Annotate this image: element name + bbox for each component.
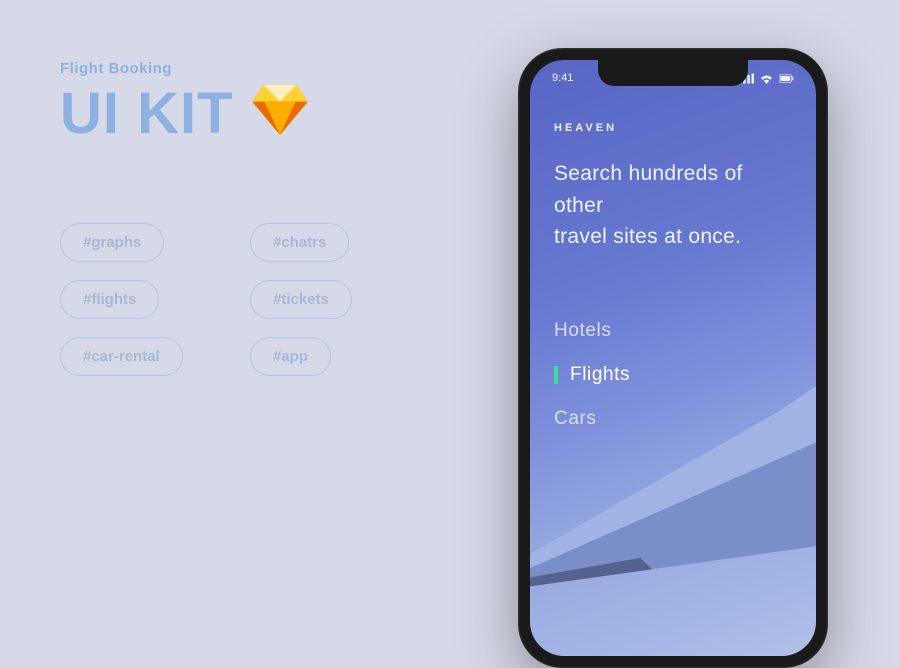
sketch-gem-icon bbox=[252, 85, 308, 135]
nav-item-cars[interactable]: Cars bbox=[554, 408, 630, 430]
wifi-icon bbox=[759, 73, 774, 84]
main-title: UI KIT bbox=[60, 85, 234, 143]
phone-screen: 9:41 HEAVEN Search hundreds of other tra… bbox=[530, 60, 816, 656]
nav-active-indicator bbox=[554, 366, 558, 384]
nav-item-flights[interactable]: Flights bbox=[554, 364, 630, 386]
tag-tickets[interactable]: #tickets bbox=[250, 280, 352, 319]
tag-app[interactable]: #app bbox=[250, 337, 331, 376]
tag-chatrs[interactable]: #chatrs bbox=[250, 223, 349, 262]
nav-label: Hotels bbox=[554, 320, 611, 342]
status-time: 9:41 bbox=[552, 72, 573, 84]
category-nav: Hotels Flights Cars bbox=[554, 320, 630, 430]
title-row: UI KIT bbox=[60, 85, 460, 143]
tag-flights[interactable]: #flights bbox=[60, 280, 159, 319]
screen-content: HEAVEN Search hundreds of other travel s… bbox=[554, 122, 792, 253]
app-brand: HEAVEN bbox=[554, 122, 792, 134]
tag-car-rental[interactable]: #car-rental bbox=[60, 337, 183, 376]
headline-line-1: Search hundreds of other bbox=[554, 162, 743, 217]
phone-notch bbox=[598, 60, 748, 86]
nav-label: Cars bbox=[554, 408, 597, 430]
tag-graphs[interactable]: #graphs bbox=[60, 223, 164, 262]
subtitle: Flight Booking bbox=[60, 60, 460, 77]
promo-left-panel: Flight Booking UI KIT #graphs #chatrs #f… bbox=[60, 60, 460, 376]
headline-line-2: travel sites at once. bbox=[554, 225, 741, 248]
battery-icon bbox=[779, 73, 794, 84]
app-headline: Search hundreds of other travel sites at… bbox=[554, 158, 792, 253]
nav-item-hotels[interactable]: Hotels bbox=[554, 320, 630, 342]
phone-mockup: 9:41 HEAVEN Search hundreds of other tra… bbox=[518, 48, 828, 668]
nav-label: Flights bbox=[570, 364, 630, 386]
tag-grid: #graphs #chatrs #flights #tickets #car-r… bbox=[60, 223, 460, 376]
